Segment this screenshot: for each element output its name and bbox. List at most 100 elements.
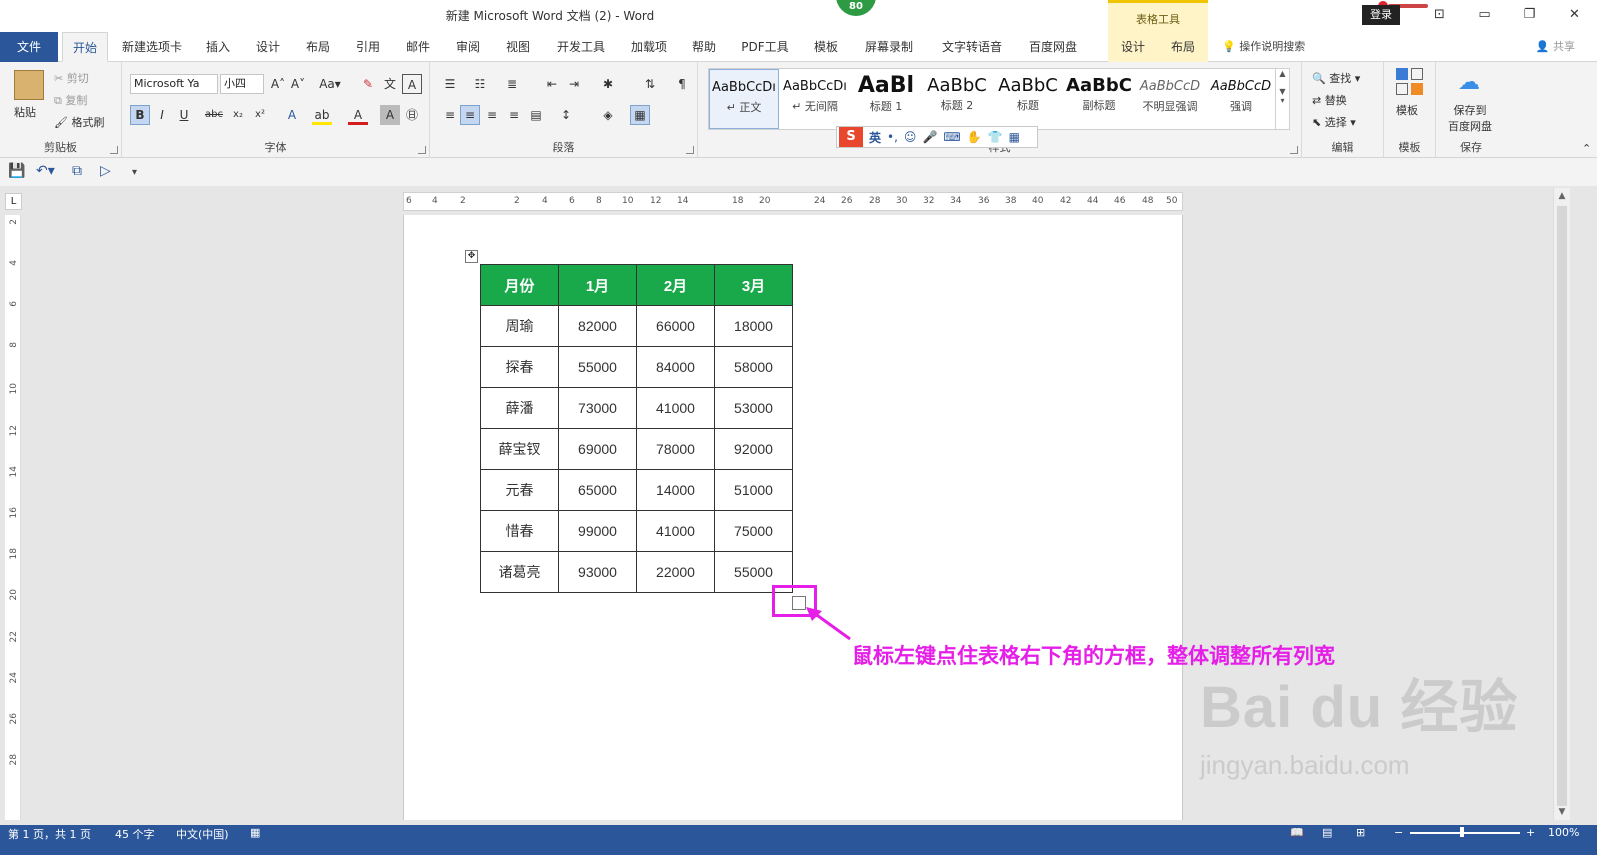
font-launcher-icon[interactable] xyxy=(418,146,426,154)
table-cell[interactable]: 93000 xyxy=(558,551,637,593)
bullets-icon[interactable]: ☰ xyxy=(440,74,460,94)
enclose-characters-icon[interactable]: ㊐ xyxy=(402,105,422,125)
print-layout-icon[interactable]: ▤ xyxy=(1322,826,1332,839)
multilevel-list-icon[interactable]: ≣ xyxy=(502,74,522,94)
horizontal-ruler[interactable]: 6 4 2 2 4 6 8 10 12 14 18 20 24 26 28 30… xyxy=(403,192,1183,211)
tab-home[interactable]: 开始 xyxy=(62,32,108,62)
tab-design[interactable]: 设计 xyxy=(246,32,290,62)
tab-mailings[interactable]: 邮件 xyxy=(396,32,440,62)
scroll-up-icon[interactable]: ▲ xyxy=(1554,188,1570,204)
header-cell[interactable]: 3月 xyxy=(714,264,793,306)
table-cell[interactable]: 18000 xyxy=(714,305,793,347)
tab-file[interactable]: 文件 xyxy=(0,32,58,62)
emoji-icon[interactable]: ☺ xyxy=(904,130,917,144)
tab-table-design[interactable]: 设计 xyxy=(1108,32,1158,62)
italic-button[interactable]: I xyxy=(152,105,172,125)
format-painter-button[interactable]: 🖌 格式刷 xyxy=(54,114,104,130)
replace-button[interactable]: ⇄ 替换 xyxy=(1312,92,1347,108)
table-cell[interactable]: 14000 xyxy=(636,469,715,511)
login-button[interactable]: 登录 xyxy=(1362,5,1400,25)
tab-help[interactable]: 帮助 xyxy=(682,32,726,62)
table-cell[interactable]: 66000 xyxy=(636,305,715,347)
tab-review[interactable]: 审阅 xyxy=(446,32,490,62)
zoom-in-icon[interactable]: + xyxy=(1526,826,1535,839)
decrease-indent-icon[interactable]: ⇤ xyxy=(542,74,562,94)
customize-qat-icon[interactable]: ▾ xyxy=(132,167,137,178)
header-cell[interactable]: 1月 xyxy=(558,264,637,306)
table-cell[interactable]: 22000 xyxy=(636,551,715,593)
tab-insert[interactable]: 插入 xyxy=(196,32,240,62)
paste-button[interactable]: 粘贴 xyxy=(14,104,36,120)
style-title[interactable]: AaBbC 标题 xyxy=(993,69,1063,129)
tab-addins[interactable]: 加载项 xyxy=(620,32,678,62)
table-cell[interactable]: 69000 xyxy=(558,428,637,470)
text-effects-icon[interactable]: A xyxy=(282,105,302,125)
font-size-select[interactable]: 小四 xyxy=(220,74,264,94)
clear-formatting-icon[interactable]: ✎ xyxy=(358,74,378,94)
templates-button[interactable]: 模板 xyxy=(1396,102,1418,118)
bold-button[interactable]: B xyxy=(130,105,150,125)
scroll-thumb[interactable] xyxy=(1557,206,1567,806)
table-cell[interactable]: 84000 xyxy=(636,346,715,388)
punctuation-icon[interactable]: •, xyxy=(887,130,898,144)
numbering-icon[interactable]: ☷ xyxy=(470,74,490,94)
minimize-icon[interactable]: ▭ xyxy=(1462,0,1507,30)
table-cell[interactable]: 92000 xyxy=(714,428,793,470)
clipboard-launcher-icon[interactable] xyxy=(110,146,118,154)
table-cell[interactable]: 41000 xyxy=(636,510,715,552)
skin-icon[interactable]: 👕 xyxy=(988,130,1003,144)
table-cell[interactable]: 惜春 xyxy=(480,510,559,552)
show-marks-icon[interactable]: ¶ xyxy=(672,74,692,94)
table-cell[interactable]: 99000 xyxy=(558,510,637,552)
table-cell[interactable]: 65000 xyxy=(558,469,637,511)
ribbon-display-options-icon[interactable]: ⊡ xyxy=(1417,0,1462,30)
zoom-slider-thumb[interactable] xyxy=(1460,827,1464,837)
table-cell[interactable]: 元春 xyxy=(480,469,559,511)
change-case-icon[interactable]: Aa▾ xyxy=(316,74,344,94)
read-mode-icon[interactable]: 📖 xyxy=(1290,826,1304,839)
character-border-icon[interactable]: A xyxy=(402,74,422,94)
tab-text-to-speech[interactable]: 文字转语音 xyxy=(930,32,1014,62)
tab-baidu-netdisk[interactable]: 百度网盘 xyxy=(1018,32,1088,62)
salary-table[interactable]: 月份 1月 2月 3月 周瑜 82000 66000 18000 探春 5500… xyxy=(480,264,793,593)
table-cell[interactable]: 诸葛亮 xyxy=(480,551,559,593)
cut-button[interactable]: ✂ 剪切 xyxy=(54,70,89,86)
restore-icon[interactable]: ❐ xyxy=(1507,0,1552,30)
macro-record-icon[interactable]: ▦ xyxy=(250,826,260,839)
select-button[interactable]: ⬉ 选择 ▾ xyxy=(1312,114,1356,130)
style-no-spacing[interactable]: AaBbCcDı ↵ 无间隔 xyxy=(780,69,850,129)
tab-pdf-tools[interactable]: PDF工具 xyxy=(732,32,798,62)
table-cell[interactable]: 周瑜 xyxy=(480,305,559,347)
save-icon[interactable]: 💾 xyxy=(8,163,25,179)
table-cell[interactable]: 78000 xyxy=(636,428,715,470)
chinese-layout-icon[interactable]: ✱ xyxy=(598,74,618,94)
zoom-level[interactable]: 100% xyxy=(1548,826,1579,839)
font-color-icon[interactable]: A xyxy=(348,105,368,125)
collapse-ribbon-icon[interactable]: ⌃ xyxy=(1582,142,1591,155)
justify-icon[interactable]: ≡ xyxy=(504,105,524,125)
table-cell[interactable]: 73000 xyxy=(558,387,637,429)
distributed-icon[interactable]: ▤ xyxy=(526,105,546,125)
table-cell[interactable]: 探春 xyxy=(480,346,559,388)
shrink-font-icon[interactable]: A˅ xyxy=(288,74,308,94)
table-cell[interactable]: 51000 xyxy=(714,469,793,511)
font-name-select[interactable]: Microsoft Ya xyxy=(130,74,218,94)
table-cell[interactable]: 55000 xyxy=(558,346,637,388)
copy-format-icon[interactable]: ⧉ xyxy=(72,163,82,179)
word-count[interactable]: 45 个字 xyxy=(115,826,155,842)
grid-icon[interactable]: ▦ xyxy=(1009,130,1020,144)
page-count[interactable]: 第 1 页，共 1 页 xyxy=(8,826,91,842)
table-cell[interactable]: 41000 xyxy=(636,387,715,429)
table-cell[interactable]: 75000 xyxy=(714,510,793,552)
table-cell[interactable]: 53000 xyxy=(714,387,793,429)
tab-new-tab[interactable]: 新建选项卡 xyxy=(114,32,190,62)
microphone-icon[interactable]: 🎤 xyxy=(922,130,937,144)
align-center-icon[interactable]: ≡ xyxy=(460,105,480,125)
styles-launcher-icon[interactable] xyxy=(1290,146,1298,154)
grow-font-icon[interactable]: A˄ xyxy=(268,74,288,94)
borders-icon[interactable]: ▦ xyxy=(630,105,650,125)
strikethrough-icon[interactable]: abc xyxy=(204,105,224,125)
align-left-icon[interactable]: ≡ xyxy=(440,105,460,125)
shading-icon[interactable]: ◈ xyxy=(598,105,618,125)
header-cell[interactable]: 月份 xyxy=(480,264,559,306)
